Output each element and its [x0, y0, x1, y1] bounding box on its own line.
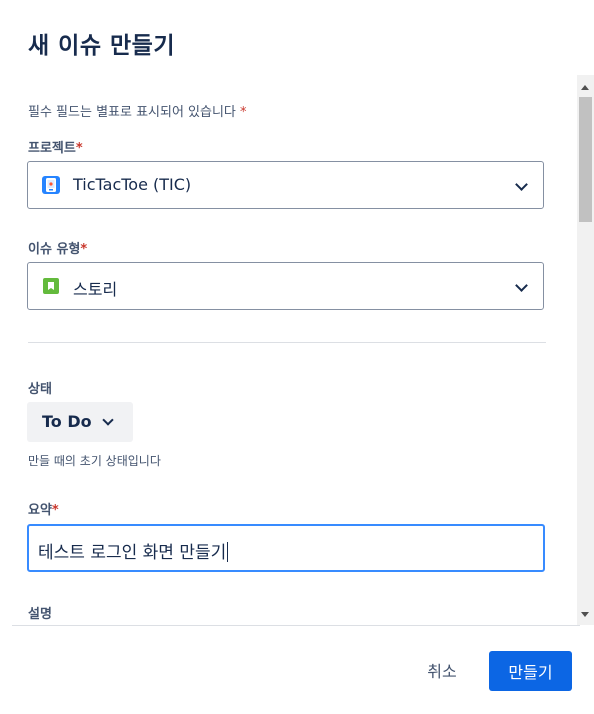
project-label-text: 프로젝트: [28, 141, 76, 156]
scrollbar-thumb[interactable]: [579, 97, 592, 222]
summary-label-text: 요약: [28, 503, 52, 518]
status-label: 상태: [28, 382, 52, 397]
required-fields-note: 필수 필드는 별표로 표시되어 있습니다 *: [28, 101, 247, 120]
summary-label: 요약*: [28, 499, 59, 518]
description-label: 설명: [28, 607, 52, 622]
required-asterisk: *: [51, 503, 59, 518]
project-value: TicTacToe (TIC): [73, 175, 192, 194]
status-value: To Do: [42, 412, 92, 431]
required-asterisk: *: [240, 105, 247, 120]
project-select[interactable]: TicTacToe (TIC): [27, 161, 544, 209]
required-asterisk: *: [80, 242, 88, 257]
summary-value-text: 테스트 로그인 화면 만들기: [38, 543, 227, 563]
issue-type-label: 이슈 유형*: [28, 238, 87, 257]
chevron-down-icon: [515, 178, 528, 191]
scroll-down-arrow-icon[interactable]: [581, 612, 589, 617]
create-button[interactable]: 만들기: [489, 651, 572, 691]
issue-type-select[interactable]: 스토리: [27, 262, 544, 310]
issue-type-label-text: 이슈 유형: [28, 242, 81, 257]
footer-divider: [12, 625, 580, 626]
project-label: 프로젝트*: [28, 137, 83, 156]
cancel-button[interactable]: 취소: [412, 651, 472, 689]
story-icon: [43, 278, 59, 294]
dialog-title: 새 이슈 만들기: [28, 33, 175, 59]
section-divider: [28, 342, 546, 343]
chevron-down-icon: [515, 279, 528, 292]
chevron-down-icon: [102, 414, 114, 426]
summary-input[interactable]: 테스트 로그인 화면 만들기: [27, 524, 545, 572]
required-note-text: 필수 필드는 별표로 표시되어 있습니다: [28, 105, 236, 120]
required-asterisk: *: [75, 141, 83, 156]
text-caret: [227, 542, 229, 562]
scroll-up-arrow-icon[interactable]: [581, 85, 589, 90]
issue-type-value: 스토리: [73, 280, 118, 299]
summary-value: 테스트 로그인 화면 만들기: [38, 538, 229, 563]
project-avatar-icon: [42, 176, 60, 194]
status-dropdown-button[interactable]: To Do: [27, 402, 133, 442]
create-issue-dialog: 새 이슈 만들기 필수 필드는 별표로 표시되어 있습니다 * 프로젝트* Ti…: [0, 0, 594, 714]
vertical-scrollbar[interactable]: [577, 75, 594, 625]
status-helper-text: 만들 때의 초기 상태입니다: [28, 454, 161, 468]
